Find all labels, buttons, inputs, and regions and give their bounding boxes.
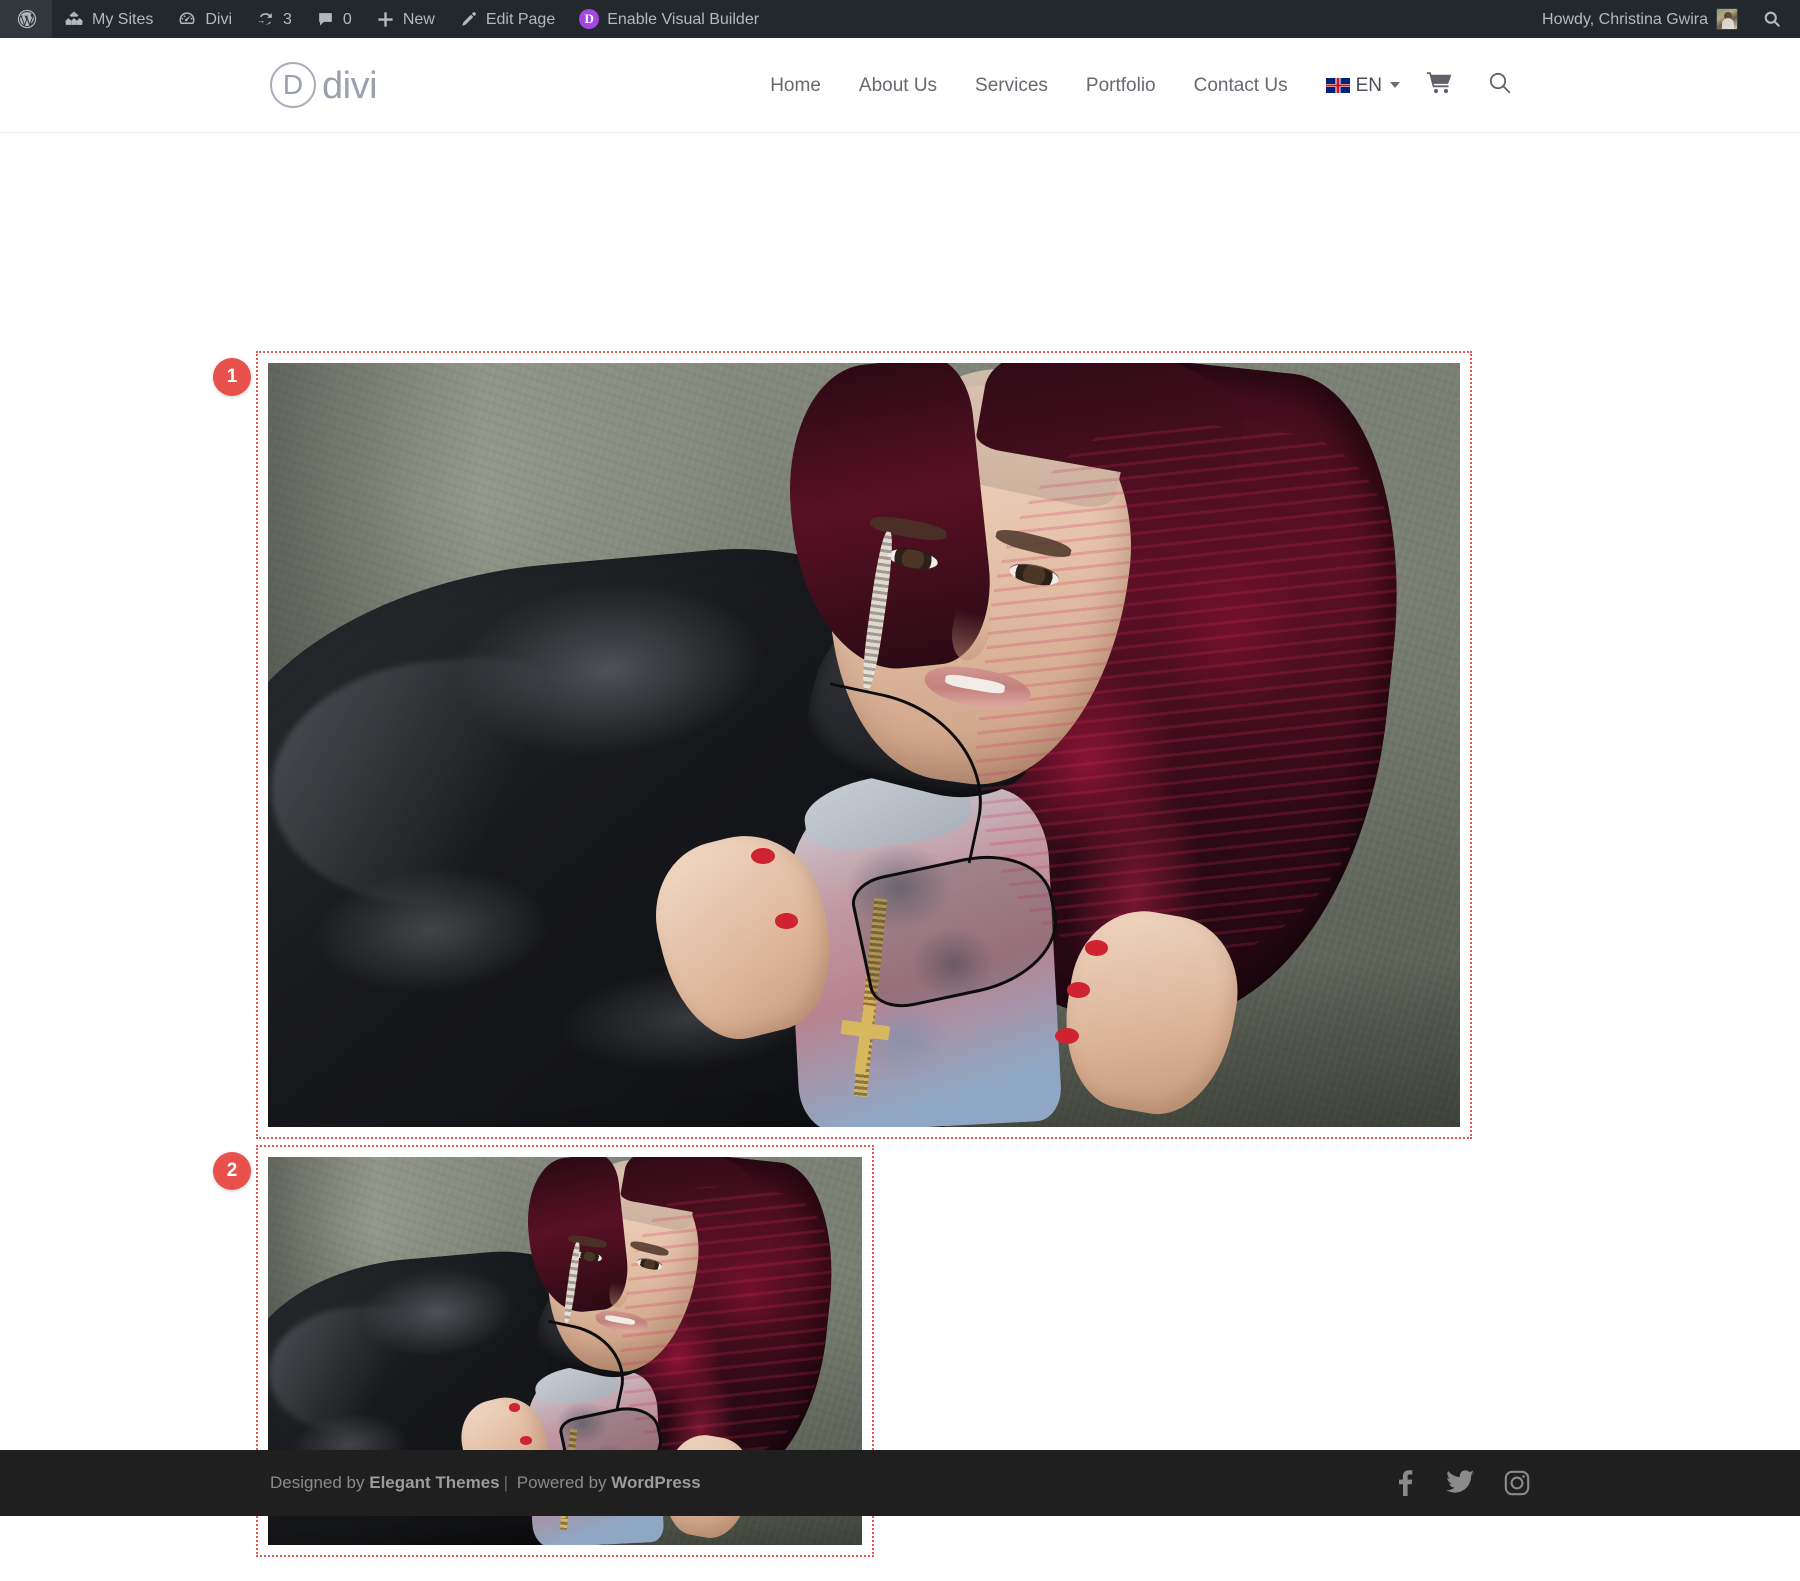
wp-admin-bar: My Sites Divi 3 0 New Edit Page D Enable…: [0, 0, 1800, 38]
cart-button[interactable]: [1410, 71, 1470, 100]
divi-visual-builder-icon: D: [579, 9, 600, 29]
footer-link-elegant-themes[interactable]: Elegant Themes: [369, 1473, 499, 1492]
cross-pendant: [836, 1002, 893, 1077]
search-icon: [1487, 70, 1513, 101]
my-sites-icon: [64, 9, 84, 29]
admin-bar-account-menu[interactable]: Howdy, Christina Gwira: [1530, 0, 1750, 38]
site-logo-text: divi: [322, 65, 378, 107]
admin-bar-left-group: My Sites Divi 3 0 New Edit Page D Enable…: [0, 0, 771, 38]
nav-item-home[interactable]: Home: [751, 76, 840, 95]
admin-bar-comments-count: 0: [342, 11, 352, 28]
nav-item-contact-us[interactable]: Contact Us: [1175, 76, 1307, 95]
footer-social-links: [1392, 1470, 1530, 1496]
site-footer: Designed by Elegant Themes | Powered by W…: [0, 1450, 1800, 1516]
fingernail: [508, 1403, 521, 1412]
admin-bar-updates[interactable]: 3: [244, 0, 304, 38]
instagram-icon[interactable]: [1504, 1470, 1530, 1496]
footer-link-wordpress[interactable]: WordPress: [611, 1473, 700, 1492]
admin-bar-edit-page[interactable]: Edit Page: [447, 0, 567, 38]
fingernail: [520, 1436, 533, 1445]
updates-icon: [256, 10, 275, 29]
fingernail: [1054, 1027, 1079, 1044]
admin-bar-greeting: Howdy, Christina Gwira: [1542, 11, 1708, 28]
facebook-icon[interactable]: [1392, 1470, 1416, 1496]
divi-dashboard-icon: [177, 9, 197, 29]
avatar: [1716, 8, 1738, 30]
divi-logo-icon: D: [270, 62, 316, 108]
photo-subject: [268, 363, 1460, 1127]
footer-credit: Designed by Elegant Themes | Powered by W…: [270, 1473, 701, 1493]
footer-credit-separator: |: [503, 1473, 509, 1492]
primary-navigation: Home About Us Services Portfolio Contact…: [751, 70, 1530, 101]
fingernail: [750, 848, 775, 865]
admin-bar-comments[interactable]: 0: [304, 0, 364, 38]
admin-bar-my-sites[interactable]: My Sites: [52, 0, 165, 38]
site-logo[interactable]: D divi: [270, 62, 378, 108]
nav-item-services[interactable]: Services: [956, 76, 1067, 95]
twitter-icon[interactable]: [1446, 1470, 1474, 1496]
jacket-sheen: [268, 1300, 445, 1439]
admin-bar-new-content[interactable]: New: [364, 0, 447, 38]
admin-bar-edit-page-label: Edit Page: [485, 11, 556, 28]
page-content-area: 1 2 Designed by Elegant Themes | Powered…: [0, 133, 1800, 1557]
footer-credit-middle: Powered by: [512, 1473, 612, 1492]
admin-bar-right-group: Howdy, Christina Gwira: [1530, 0, 1800, 38]
builder-marker-2[interactable]: 2: [213, 1152, 251, 1190]
admin-bar-search-button[interactable]: [1750, 0, 1794, 38]
admin-bar-enable-visual-builder[interactable]: D Enable Visual Builder: [567, 0, 771, 38]
wordpress-logo-icon: [16, 8, 38, 30]
nav-item-about-us[interactable]: About Us: [840, 76, 956, 95]
admin-bar-divi-label: Divi: [205, 11, 233, 28]
plus-icon: [376, 10, 395, 29]
builder-module-image-1[interactable]: [256, 351, 1472, 1139]
wordpress-logo-menu[interactable]: [0, 0, 52, 38]
fingernail: [1066, 981, 1091, 998]
jacket-sheen: [268, 645, 622, 919]
admin-bar-my-sites-label: My Sites: [92, 11, 154, 28]
comments-icon: [316, 10, 335, 29]
language-switcher[interactable]: EN: [1307, 76, 1410, 95]
admin-bar-updates-count: 3: [283, 11, 292, 28]
header-search-button[interactable]: [1470, 70, 1530, 101]
pencil-icon: [459, 10, 478, 29]
admin-bar-visual-builder-label: Enable Visual Builder: [607, 11, 760, 28]
search-icon: [1762, 9, 1782, 29]
builder-marker-1[interactable]: 1: [213, 358, 251, 396]
nav-item-portfolio[interactable]: Portfolio: [1067, 76, 1175, 95]
admin-bar-divi[interactable]: Divi: [165, 0, 244, 38]
fingernail: [1084, 939, 1109, 956]
image-module-fullwidth[interactable]: [268, 363, 1460, 1127]
footer-credit-prefix: Designed by: [270, 1473, 370, 1492]
site-header: D divi Home About Us Services Portfolio …: [0, 38, 1800, 133]
chevron-down-icon: [1390, 82, 1400, 88]
shopping-cart-icon: [1427, 71, 1453, 100]
language-code: EN: [1355, 74, 1382, 96]
admin-bar-new-label: New: [402, 11, 435, 28]
uk-flag-icon: [1325, 77, 1350, 93]
